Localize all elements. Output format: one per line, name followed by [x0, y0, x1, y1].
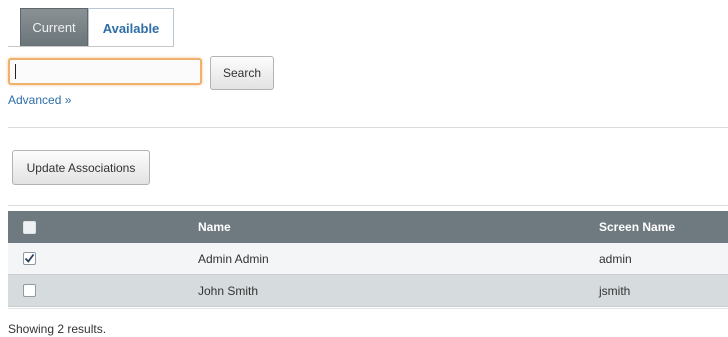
select-all-checkbox[interactable]	[23, 220, 36, 234]
search-button[interactable]: Search	[210, 56, 274, 90]
tab-bar: Current Available	[20, 8, 174, 47]
column-header-screen-name[interactable]: Screen Name	[599, 211, 675, 243]
checkmark-icon	[24, 253, 35, 263]
table-row: Admin Admin admin	[8, 243, 728, 275]
divider	[8, 205, 728, 206]
cell-screen-name: jsmith	[599, 283, 631, 298]
search-button-label: Search	[222, 66, 262, 80]
cell-name: Admin Admin	[198, 251, 269, 266]
update-associations-label: Update Associations	[26, 160, 136, 175]
cell-name: John Smith	[198, 283, 259, 298]
divider	[8, 308, 728, 309]
column-header-name[interactable]: Name	[198, 211, 231, 243]
tab-available-label: Available	[102, 20, 160, 36]
tab-available[interactable]: Available	[88, 8, 174, 47]
search-input[interactable]	[8, 58, 202, 85]
tab-current-label: Current	[32, 20, 76, 35]
users-table: Name Screen Name Admin Admin admin John …	[8, 211, 728, 307]
text-cursor	[15, 64, 16, 79]
tab-bar-baseline	[8, 46, 174, 47]
advanced-search-link[interactable]: Advanced »	[8, 93, 71, 107]
row-checkbox[interactable]	[23, 284, 36, 297]
tab-current[interactable]: Current	[20, 8, 88, 46]
results-count: Showing 2 results.	[8, 322, 107, 336]
row-checkbox[interactable]	[23, 252, 36, 265]
cell-screen-name: admin	[599, 251, 632, 266]
divider	[8, 127, 728, 128]
table-header-row: Name Screen Name	[8, 211, 728, 243]
table-row: John Smith jsmith	[8, 275, 728, 307]
update-associations-button[interactable]: Update Associations	[12, 150, 150, 185]
